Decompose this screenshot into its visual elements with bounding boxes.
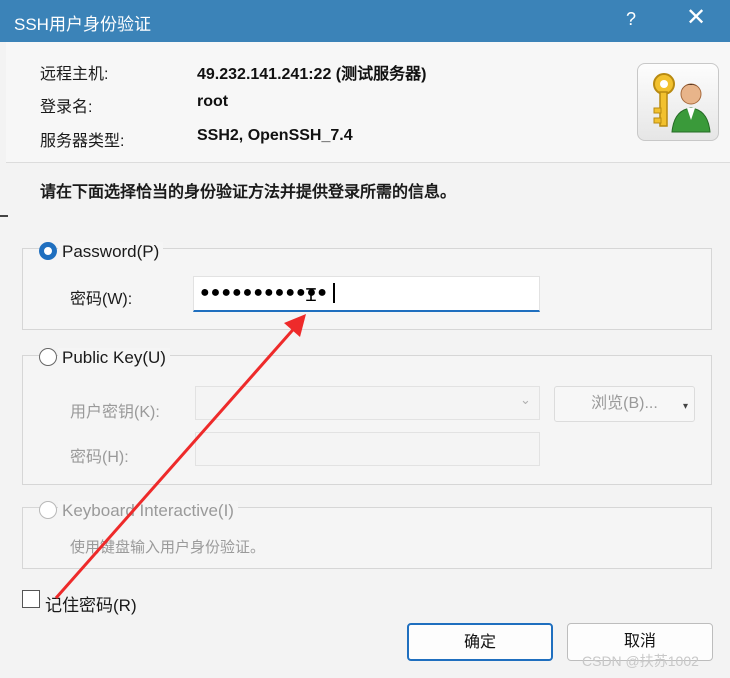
key-user-icon <box>637 63 719 141</box>
chevron-down-icon[interactable]: ⌄ <box>520 392 531 408</box>
host-value: 49.232.141.241:22 (测试服务器) <box>197 66 427 83</box>
keyboard-interactive-description: 使用键盘输入用户身份验证。 <box>70 539 266 556</box>
host-label: 远程主机: <box>40 66 109 83</box>
server-type-value: SSH2, OpenSSH_7.4 <box>197 127 353 144</box>
password-field-label: 密码(W): <box>70 291 133 308</box>
server-type-label: 服务器类型: <box>40 133 125 150</box>
ibeam-cursor-icon: Ɪ <box>306 285 317 305</box>
browse-button-label: 浏览(B)... <box>591 395 658 412</box>
password-input[interactable]: ●●●●●●●●●●●● <box>193 276 540 312</box>
window-title: SSH用户身份验证 <box>14 15 151 34</box>
passphrase-input[interactable] <box>195 432 540 466</box>
user-key-select[interactable] <box>195 386 540 420</box>
passphrase-label: 密码(H): <box>70 449 129 466</box>
close-button[interactable]: ✕ <box>686 6 706 30</box>
watermark-text: CSDN @扶苏1002 <box>582 653 699 669</box>
keyboard-interactive-radio-label[interactable]: Keyboard Interactive(I) <box>58 501 238 521</box>
title-bar: SSH用户身份验证 ? ✕ <box>0 0 730 42</box>
divider <box>6 162 730 163</box>
dropdown-arrow-icon[interactable]: ▾ <box>683 390 688 424</box>
password-radio[interactable] <box>39 242 57 260</box>
ok-button[interactable]: 确定 <box>407 623 553 661</box>
help-button[interactable]: ? <box>626 9 636 30</box>
password-radio-label[interactable]: Password(P) <box>58 242 164 262</box>
remember-password-label[interactable]: 记住密码(R) <box>45 591 137 616</box>
public-key-radio[interactable] <box>39 348 57 366</box>
user-key-label: 用户密钥(K): <box>70 404 160 421</box>
browse-button[interactable]: 浏览(B)... ▾ <box>554 386 695 422</box>
public-key-radio-label[interactable]: Public Key(U) <box>58 348 170 368</box>
login-value: root <box>197 93 229 110</box>
divider-mark <box>0 215 8 217</box>
instruction-text: 请在下面选择恰当的身份验证方法并提供登录所需的信息。 <box>40 184 457 201</box>
text-caret <box>333 283 335 303</box>
remember-password-checkbox[interactable] <box>22 590 40 608</box>
login-label: 登录名: <box>40 99 93 116</box>
keyboard-interactive-radio[interactable] <box>39 501 57 519</box>
